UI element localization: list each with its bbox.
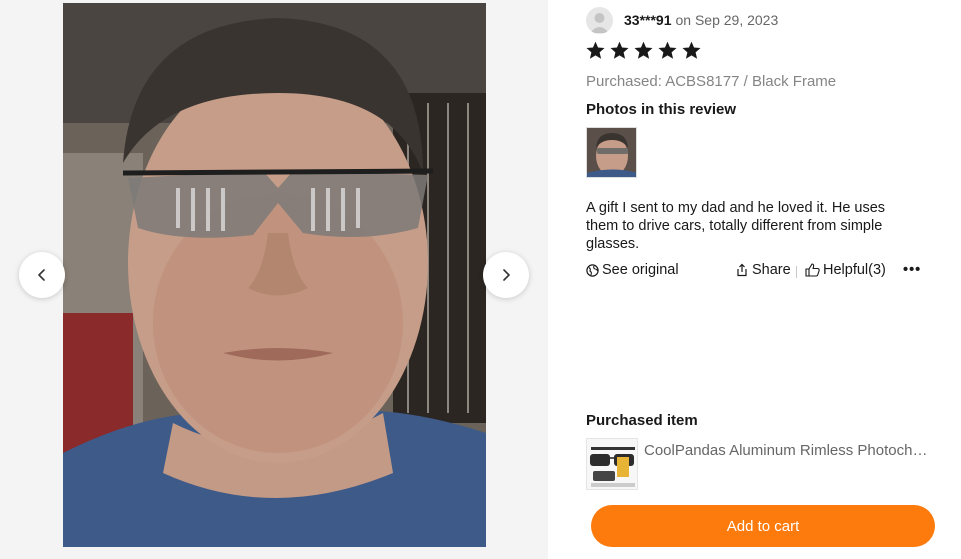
thumbs-up-icon	[805, 263, 820, 277]
helpful-button[interactable]: Helpful(3)	[805, 262, 886, 278]
share-label: Share	[752, 262, 791, 278]
star-icon	[658, 41, 677, 59]
action-divider	[796, 266, 797, 278]
reviewer-info: 33***91 on Sep 29, 2023	[586, 6, 778, 34]
review-photo-thumbnail[interactable]	[586, 127, 637, 178]
photo-gallery	[0, 0, 548, 559]
review-photo[interactable]	[63, 3, 486, 547]
avatar	[586, 6, 613, 34]
next-photo-button[interactable]	[483, 252, 529, 298]
chevron-left-icon	[38, 269, 45, 281]
reviewer-name: 33***91	[624, 12, 672, 28]
review-panel: 33***91 on Sep 29, 2023 Purchased: ACBS8…	[586, 0, 946, 559]
review-date: on Sep 29, 2023	[675, 12, 779, 28]
review-viewer: 33***91 on Sep 29, 2023 Purchased: ACBS8…	[0, 0, 961, 559]
purchased-item-heading: Purchased item	[586, 412, 698, 429]
star-rating	[585, 40, 702, 61]
user-icon	[590, 12, 609, 33]
star-icon	[634, 41, 653, 59]
more-options-button[interactable]: •••	[903, 262, 921, 278]
add-to-cart-button[interactable]: Add to cart	[591, 505, 935, 547]
helpful-label: Helpful(3)	[823, 262, 886, 278]
purchased-item-link[interactable]: CoolPandas Aluminum Rimless Photochromic…	[586, 438, 941, 490]
share-icon	[737, 263, 747, 277]
product-thumbnail	[586, 438, 638, 490]
review-text: A gift I sent to my dad and he loved it.…	[586, 200, 886, 252]
purchased-variant: Purchased: ACBS8177 / Black Frame	[586, 73, 837, 90]
previous-photo-button[interactable]	[19, 252, 65, 298]
globe-icon	[586, 263, 599, 277]
star-icon	[586, 41, 605, 59]
star-icon	[610, 41, 629, 59]
star-icon	[682, 41, 701, 59]
see-original-link[interactable]: See original	[586, 262, 679, 278]
see-original-label: See original	[602, 262, 679, 278]
review-actions: See original Share Helpful(3) •••	[586, 262, 926, 282]
photos-heading: Photos in this review	[586, 101, 737, 118]
share-button[interactable]: Share	[735, 262, 791, 278]
chevron-right-icon	[503, 269, 510, 281]
product-title: CoolPandas Aluminum Rimless Photochromic…	[644, 442, 932, 459]
